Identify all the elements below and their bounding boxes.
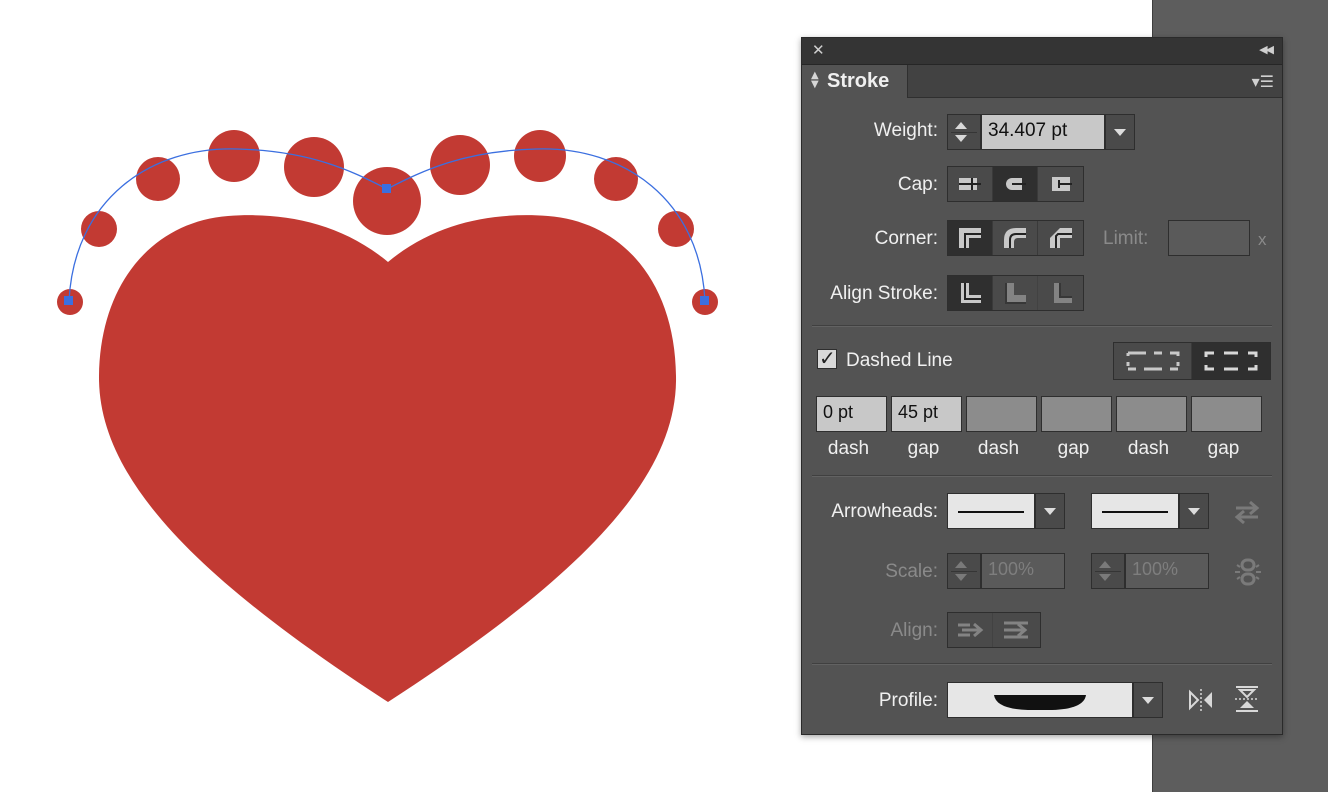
cap-label: Cap: bbox=[897, 174, 938, 195]
limit-unit: x bbox=[1258, 230, 1267, 249]
stroke-dot bbox=[430, 135, 490, 195]
profile-label: Profile: bbox=[878, 690, 938, 711]
dash-alignment-buttons bbox=[1113, 342, 1271, 380]
end-arrowhead-select[interactable] bbox=[1091, 493, 1179, 529]
align-center-icon bbox=[961, 283, 981, 303]
round-join-button[interactable] bbox=[993, 221, 1038, 255]
scale-label: Scale: bbox=[885, 561, 938, 582]
dashed-line-label: Dashed Line bbox=[846, 350, 953, 371]
anchor-point[interactable] bbox=[382, 184, 391, 193]
align-stroke-label: Align Stroke: bbox=[830, 283, 938, 304]
panel-tab-row: ▲ ▼ Stroke ▾☰ bbox=[802, 65, 1282, 98]
stroke-dot bbox=[208, 130, 260, 182]
preserve-dash-icon bbox=[1126, 351, 1179, 371]
width-profile-preview bbox=[994, 695, 1086, 710]
dash-3-label: dash bbox=[1127, 438, 1170, 459]
limit-input[interactable] bbox=[1168, 220, 1250, 256]
arrowheads-label: Arrowheads: bbox=[831, 501, 938, 522]
align-dash-corners-icon bbox=[1204, 351, 1258, 371]
anchor-point[interactable] bbox=[64, 296, 73, 305]
tab-stroke[interactable]: ▲ ▼ Stroke bbox=[802, 65, 908, 98]
tab-stroke-label: Stroke bbox=[827, 70, 890, 92]
gap-1-label: gap bbox=[907, 438, 940, 459]
scale-start-input[interactable]: 100% bbox=[981, 553, 1065, 589]
stroke-dot bbox=[284, 137, 344, 197]
scale-end-input[interactable]: 100% bbox=[1125, 553, 1209, 589]
corner-label: Corner: bbox=[874, 228, 938, 249]
weight-label: Weight: bbox=[873, 120, 938, 141]
link-scale-icon[interactable] bbox=[1232, 556, 1264, 588]
tab-options-icon[interactable]: ▲ ▼ bbox=[811, 71, 819, 90]
separator bbox=[812, 663, 1272, 665]
heart-shape[interactable] bbox=[98, 215, 677, 702]
close-icon[interactable]: ✕ bbox=[812, 41, 825, 59]
stroke-dot bbox=[81, 211, 117, 247]
dash-2-input[interactable] bbox=[966, 396, 1037, 432]
dash-3-input[interactable] bbox=[1116, 396, 1187, 432]
butt-cap-icon bbox=[959, 178, 981, 190]
panel-titlebar[interactable]: ✕ ◀◀ bbox=[802, 38, 1282, 65]
scale-start-stepper[interactable] bbox=[947, 553, 981, 589]
dash-2-label: dash bbox=[977, 438, 1020, 459]
weight-dropdown[interactable] bbox=[1105, 114, 1135, 150]
arrow-place-end-icon bbox=[1003, 621, 1028, 639]
preserve-dash-button[interactable] bbox=[1114, 343, 1192, 379]
align-outside-button[interactable] bbox=[1038, 276, 1083, 310]
arrow-extend-button[interactable] bbox=[948, 613, 993, 647]
weight-input[interactable]: 34.407 pt bbox=[981, 114, 1105, 150]
weight-stepper[interactable] bbox=[947, 114, 981, 150]
bevel-join-icon bbox=[1049, 228, 1072, 248]
profile-dropdown[interactable] bbox=[1133, 682, 1163, 718]
projecting-cap-icon bbox=[1051, 177, 1072, 191]
start-arrowhead-dropdown[interactable] bbox=[1035, 493, 1065, 529]
align-center-button[interactable] bbox=[948, 276, 993, 310]
butt-cap-button[interactable] bbox=[948, 167, 993, 201]
round-join-icon bbox=[1004, 228, 1026, 248]
arrow-extend-icon bbox=[958, 622, 984, 638]
gap-1-input[interactable]: 45 pt bbox=[891, 396, 962, 432]
corner-buttons bbox=[947, 220, 1084, 256]
dashed-line-checkbox[interactable] bbox=[817, 346, 837, 370]
dash-1-input[interactable]: 0 pt bbox=[816, 396, 887, 432]
gap-2-input[interactable] bbox=[1041, 396, 1112, 432]
separator bbox=[812, 325, 1272, 327]
flip-across-icon[interactable] bbox=[1232, 684, 1262, 714]
end-arrowhead-dropdown[interactable] bbox=[1179, 493, 1209, 529]
align-outside-icon bbox=[1053, 283, 1072, 303]
align-dash-corners-button[interactable] bbox=[1192, 343, 1270, 379]
cap-buttons bbox=[947, 166, 1084, 202]
stroke-dot bbox=[514, 130, 566, 182]
panel-menu-icon[interactable]: ▾☰ bbox=[1252, 72, 1274, 91]
stroke-panel: ✕ ◀◀ ▲ ▼ Stroke ▾☰ Weight: 34.407 pt Cap:… bbox=[801, 37, 1283, 735]
stroke-dot bbox=[658, 211, 694, 247]
projecting-cap-button[interactable] bbox=[1038, 167, 1083, 201]
gap-3-label: gap bbox=[1207, 438, 1240, 459]
scale-end-stepper[interactable] bbox=[1091, 553, 1125, 589]
align-label: Align: bbox=[890, 620, 938, 641]
arrow-align-buttons bbox=[947, 612, 1041, 648]
gap-3-input[interactable] bbox=[1191, 396, 1262, 432]
align-stroke-buttons bbox=[947, 275, 1084, 311]
round-cap-icon bbox=[1006, 178, 1026, 190]
dash-1-label: dash bbox=[827, 438, 870, 459]
align-inside-button[interactable] bbox=[993, 276, 1038, 310]
bevel-join-button[interactable] bbox=[1038, 221, 1083, 255]
start-arrowhead-select[interactable] bbox=[947, 493, 1035, 529]
profile-select[interactable] bbox=[947, 682, 1133, 718]
anchor-point[interactable] bbox=[700, 296, 709, 305]
miter-join-icon bbox=[959, 228, 981, 248]
arrow-place-end-button[interactable] bbox=[993, 613, 1038, 647]
gap-2-label: gap bbox=[1057, 438, 1090, 459]
miter-join-button[interactable] bbox=[948, 221, 993, 255]
limit-label: Limit: bbox=[1103, 228, 1149, 249]
flip-along-icon[interactable] bbox=[1186, 686, 1216, 714]
align-inside-icon bbox=[1005, 283, 1026, 304]
collapse-icon[interactable]: ◀◀ bbox=[1259, 43, 1274, 56]
round-cap-button[interactable] bbox=[993, 167, 1038, 201]
separator bbox=[812, 475, 1272, 477]
swap-arrowheads-icon[interactable] bbox=[1232, 499, 1262, 525]
